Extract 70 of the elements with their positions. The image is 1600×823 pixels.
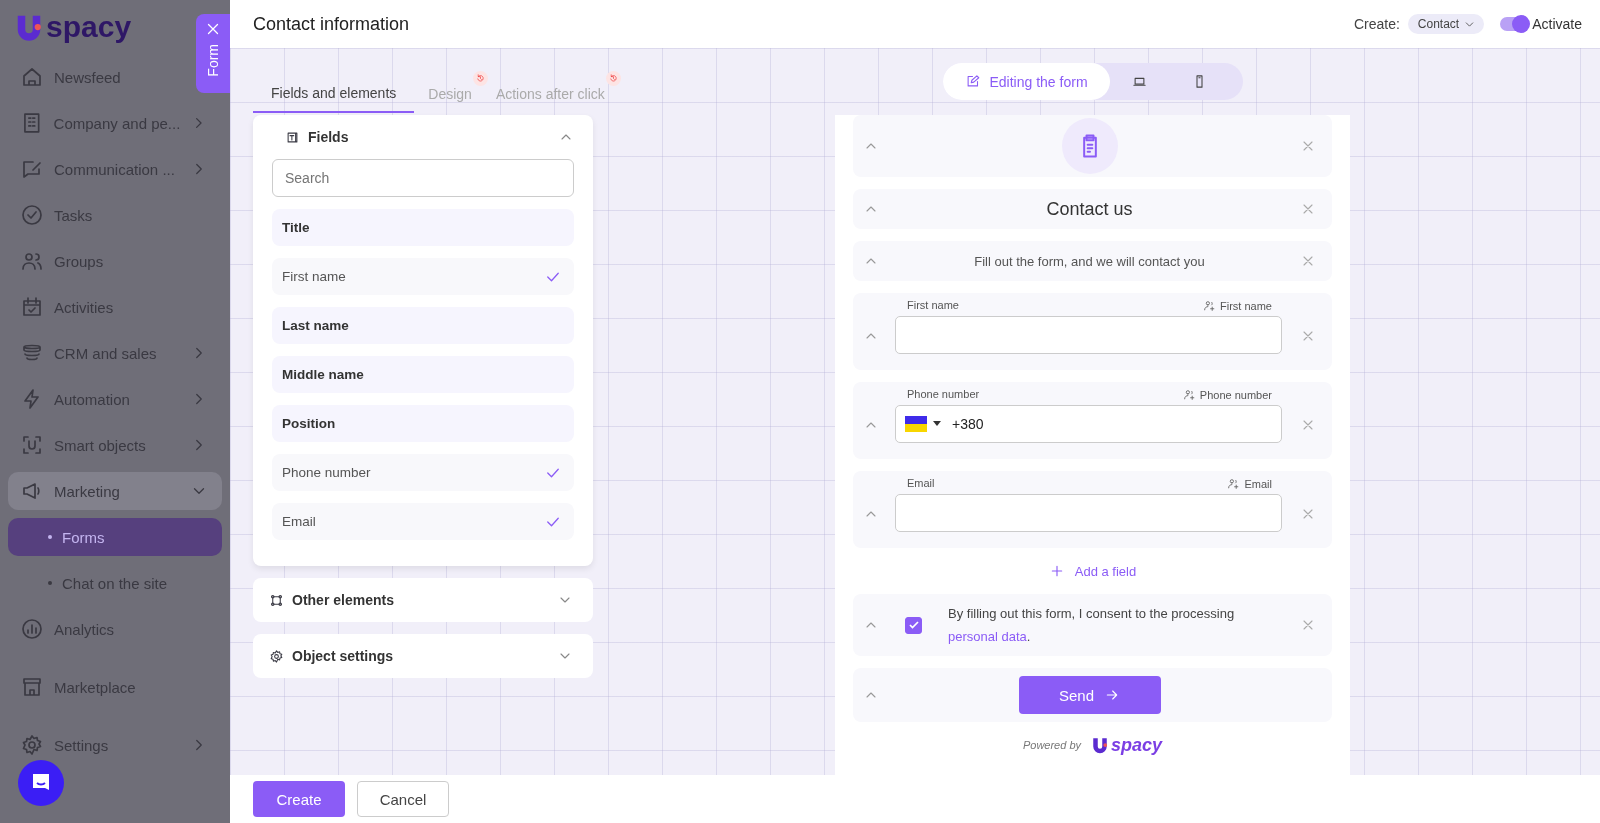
field-option[interactable]: Middle name [272, 356, 574, 393]
entity-dropdown[interactable]: Contact [1407, 14, 1485, 34]
add-field-link[interactable]: Add a field [1042, 560, 1143, 582]
powered-by-text: Powered by [1022, 739, 1081, 751]
form-block[interactable]: Phone number Phone number +380 [853, 382, 1332, 459]
phone-input[interactable]: +380 [895, 405, 1282, 443]
checkbox[interactable] [905, 616, 922, 634]
scan-frame-icon [20, 433, 44, 457]
field-label: Phone number [907, 388, 980, 401]
consent-text: By filling out this form, I consent to the processing personal data. [948, 605, 1236, 646]
text-input[interactable] [895, 494, 1282, 532]
form-heading: Contact us [1046, 198, 1133, 220]
form-block[interactable]: By filling out this form, I consent to the processing personal data. [853, 594, 1332, 656]
form-side-tab[interactable]: Form [196, 14, 230, 93]
sidebar-item[interactable]: Marketing [8, 472, 222, 510]
text-input[interactable] [895, 316, 1282, 354]
create-label: Create: [1353, 16, 1400, 32]
settings-icon [20, 733, 44, 757]
search-field[interactable]: Search [272, 159, 574, 197]
cancel-button[interactable]: Cancel [357, 781, 449, 817]
personal-data-link[interactable]: personal data [948, 629, 1027, 644]
house-icon [20, 65, 44, 89]
store-icon [20, 675, 44, 699]
create-button[interactable]: Create [253, 781, 345, 817]
field-label: Email [907, 477, 935, 490]
user-plus-icon [1227, 477, 1241, 490]
field-option[interactable]: First name [272, 258, 574, 295]
sidebar-item[interactable]: Forms [8, 518, 222, 556]
form-title-input[interactable]: Contact information [253, 13, 1354, 35]
form-block[interactable]: Contact us [853, 189, 1332, 229]
flag-icon [905, 416, 927, 432]
form-block[interactable]: Email Email [853, 471, 1332, 548]
chat-button[interactable] [18, 760, 64, 806]
bullet-icon [48, 581, 52, 585]
form-block[interactable]: Fill out the form, and we will contact you [853, 241, 1332, 281]
send-button[interactable]: Send [1018, 676, 1161, 714]
check-circle-icon [20, 203, 44, 227]
user-plus-icon [1203, 299, 1217, 312]
field-option[interactable]: Position [272, 405, 574, 442]
toggle-label: Activate [1532, 16, 1582, 32]
arrow-right-icon [1104, 687, 1120, 703]
section-header[interactable]: Other elements [253, 578, 593, 622]
field-option[interactable]: Email [272, 503, 574, 540]
field-option[interactable]: Last name [272, 307, 574, 344]
field-option[interactable]: Title [272, 209, 574, 246]
logo: spacy [14, 12, 132, 42]
frame-icon [269, 592, 284, 608]
form-block[interactable]: Send [853, 668, 1332, 722]
user-plus-icon [1182, 388, 1196, 401]
text-field-icon [285, 129, 300, 145]
edit-icon [964, 74, 980, 89]
field-option[interactable]: Phone number [272, 454, 574, 491]
form-subheading: Fill out the form, and we will contact you [974, 253, 1205, 269]
section-header[interactable]: Object settings [253, 634, 593, 678]
bar-chart-icon [20, 617, 44, 641]
crm-mapping-label: Phone number [1182, 388, 1272, 401]
dropdown-caret-icon [933, 421, 941, 427]
checkmark-icon [907, 619, 920, 631]
field-label: First name [907, 299, 959, 312]
crm-mapping-label: Email [1227, 477, 1272, 490]
toggle-switch[interactable] [1500, 17, 1529, 31]
fields-section-header[interactable]: Fields [269, 115, 574, 159]
form-block[interactable]: First name First name [853, 293, 1332, 370]
view-mode-button[interactable]: Editing the form [942, 63, 1110, 100]
logo: spacy [1091, 736, 1163, 754]
settings-icon [269, 648, 284, 664]
bullet-icon [48, 535, 52, 539]
calendar-icon [20, 295, 44, 319]
crm-mapping-label: First name [1203, 299, 1272, 312]
tab[interactable]: Fields and elements [253, 75, 415, 113]
